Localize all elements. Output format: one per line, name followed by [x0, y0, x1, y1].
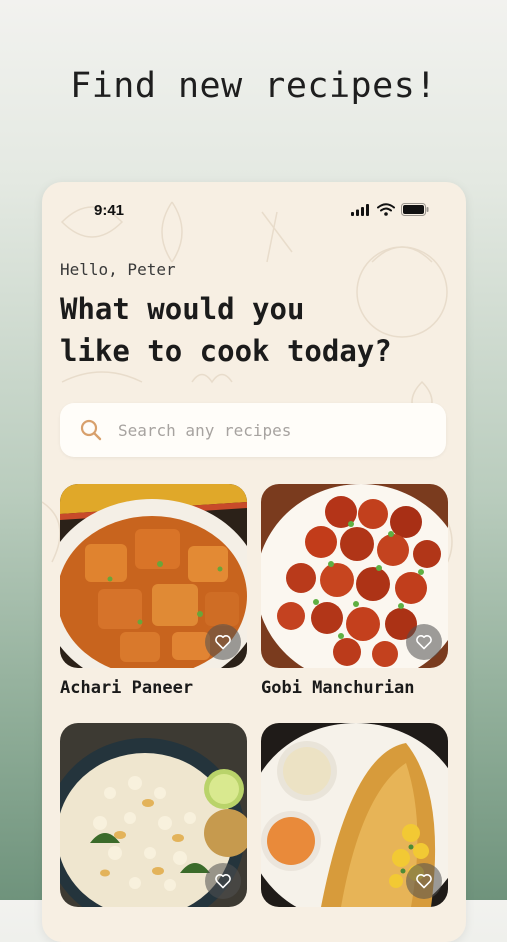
search-input[interactable]: [116, 419, 420, 441]
heart-outline-icon: [416, 635, 432, 650]
search-bar[interactable]: [60, 403, 446, 457]
heart-outline-icon: [215, 874, 231, 889]
search-icon: [80, 419, 102, 441]
recipe-card-3[interactable]: [60, 723, 247, 917]
battery-icon: [401, 203, 429, 216]
recipe-title[interactable]: Achari Paneer: [60, 678, 247, 698]
page-title-line-2: like to cook today?: [60, 334, 392, 368]
page-title: What would you like to cook today?: [60, 288, 440, 372]
recipe-card-achari-paneer[interactable]: Achari Paneer: [60, 484, 247, 698]
favorite-button[interactable]: [406, 624, 442, 660]
wifi-icon: [377, 203, 395, 216]
status-icons: [351, 203, 429, 216]
cellular-signal-icon: [351, 203, 369, 216]
heart-outline-icon: [215, 635, 231, 650]
phone-screen: 9:41 Hello, Peter What would you like to…: [42, 182, 466, 942]
favorite-button[interactable]: [406, 863, 442, 899]
page-title-line-1: What would you: [60, 292, 305, 326]
headline: Find new recipes!: [70, 66, 437, 106]
favorite-button[interactable]: [205, 624, 241, 660]
greeting: Hello, Peter: [60, 260, 176, 279]
recipe-card-gobi-manchurian[interactable]: Gobi Manchurian: [261, 484, 448, 698]
recipe-image[interactable]: [261, 484, 448, 668]
status-time: 9:41: [94, 202, 125, 219]
recipe-image[interactable]: [261, 723, 448, 907]
heart-outline-icon: [416, 874, 432, 889]
favorite-button[interactable]: [205, 863, 241, 899]
recipe-image[interactable]: [60, 484, 247, 668]
recipe-image[interactable]: [60, 723, 247, 907]
recipe-card-4[interactable]: [261, 723, 448, 917]
recipe-title[interactable]: Gobi Manchurian: [261, 678, 448, 698]
